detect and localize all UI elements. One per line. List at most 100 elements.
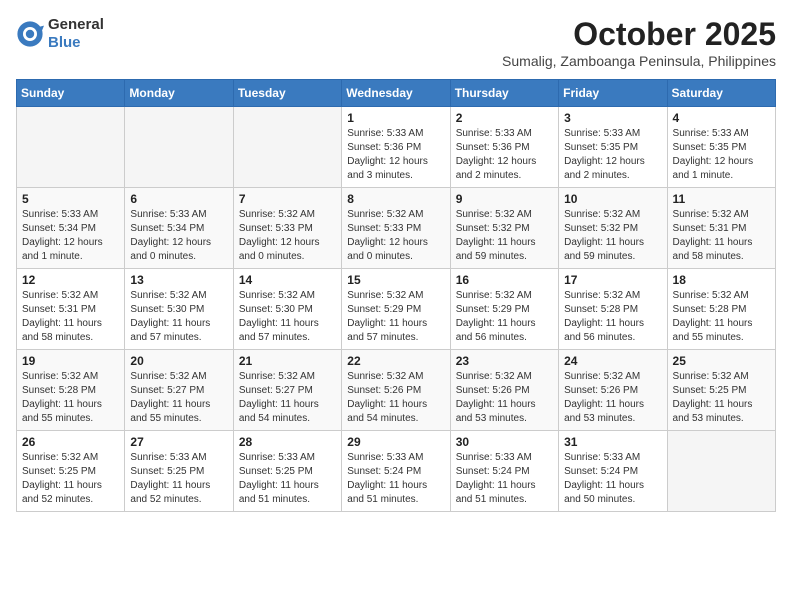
day-cell: [17, 107, 125, 188]
day-cell: 18 Sunrise: 5:32 AM Sunset: 5:28 PM Dayli…: [667, 269, 775, 350]
day-cell: 21 Sunrise: 5:32 AM Sunset: 5:27 PM Dayli…: [233, 350, 341, 431]
day-number: 10: [564, 192, 661, 206]
day-number: 3: [564, 111, 661, 125]
day-cell: 8 Sunrise: 5:32 AM Sunset: 5:33 PM Daylig…: [342, 188, 450, 269]
day-info: Sunrise: 5:32 AM Sunset: 5:27 PM Dayligh…: [239, 370, 336, 426]
day-number: 15: [347, 273, 444, 287]
day-number: 20: [130, 354, 227, 368]
day-cell: 17Sunrise: 5:32 AM Sunset: 5:28 PM Dayli…: [559, 269, 667, 350]
calendar-table: SundayMondayTuesdayWednesdayThursdayFrid…: [16, 79, 776, 512]
logo-text: General Blue: [48, 16, 104, 52]
day-info: Sunrise: 5:32 AM Sunset: 5:29 PM Dayligh…: [456, 289, 553, 345]
day-info: Sunrise: 5:32 AM Sunset: 5:33 PM Dayligh…: [347, 208, 444, 264]
day-info: Sunrise: 5:32 AM Sunset: 5:25 PM Dayligh…: [673, 370, 770, 426]
location-subtitle: Sumalig, Zamboanga Peninsula, Philippine…: [502, 53, 776, 69]
day-info: Sunrise: 5:33 AM Sunset: 5:35 PM Dayligh…: [673, 127, 770, 183]
day-number: 21: [239, 354, 336, 368]
day-number: 25: [673, 354, 770, 368]
day-info: Sunrise: 5:32 AM Sunset: 5:27 PM Dayligh…: [130, 370, 227, 426]
day-cell: 2 Sunrise: 5:33 AM Sunset: 5:36 PM Daylig…: [450, 107, 558, 188]
day-number: 31: [564, 435, 661, 449]
week-row-2: 5Sunrise: 5:33 AM Sunset: 5:34 PM Daylig…: [17, 188, 776, 269]
logo-blue: Blue: [48, 34, 81, 51]
day-cell: [233, 107, 341, 188]
day-number: 2: [456, 111, 553, 125]
day-cell: 14 Sunrise: 5:32 AM Sunset: 5:30 PM Dayli…: [233, 269, 341, 350]
day-info: Sunrise: 5:32 AM Sunset: 5:32 PM Dayligh…: [564, 208, 661, 264]
title-area: October 2025 Sumalig, Zamboanga Peninsul…: [502, 16, 776, 69]
header: General Blue October 2025 Sumalig, Zambo…: [16, 16, 776, 69]
day-cell: 22 Sunrise: 5:32 AM Sunset: 5:26 PM Dayli…: [342, 350, 450, 431]
day-info: Sunrise: 5:32 AM Sunset: 5:30 PM Dayligh…: [239, 289, 336, 345]
week-row-4: 19 Sunrise: 5:32 AM Sunset: 5:28 PM Dayli…: [17, 350, 776, 431]
day-cell: 5Sunrise: 5:33 AM Sunset: 5:34 PM Daylig…: [17, 188, 125, 269]
day-cell: 7 Sunrise: 5:32 AM Sunset: 5:33 PM Daylig…: [233, 188, 341, 269]
day-info: Sunrise: 5:33 AM Sunset: 5:35 PM Dayligh…: [564, 127, 661, 183]
day-cell: 28 Sunrise: 5:33 AM Sunset: 5:25 PM Dayli…: [233, 431, 341, 512]
day-cell: 24Sunrise: 5:32 AM Sunset: 5:26 PM Dayli…: [559, 350, 667, 431]
day-info: Sunrise: 5:32 AM Sunset: 5:31 PM Dayligh…: [22, 289, 119, 345]
day-number: 13: [130, 273, 227, 287]
day-cell: 25 Sunrise: 5:32 AM Sunset: 5:25 PM Dayli…: [667, 350, 775, 431]
day-number: 27: [130, 435, 227, 449]
day-cell: 15 Sunrise: 5:32 AM Sunset: 5:29 PM Dayli…: [342, 269, 450, 350]
weekday-header-thursday: Thursday: [450, 80, 558, 107]
weekday-header-monday: Monday: [125, 80, 233, 107]
day-info: Sunrise: 5:32 AM Sunset: 5:29 PM Dayligh…: [347, 289, 444, 345]
day-number: 7: [239, 192, 336, 206]
day-info: Sunrise: 5:33 AM Sunset: 5:25 PM Dayligh…: [130, 451, 227, 507]
day-cell: 10 Sunrise: 5:32 AM Sunset: 5:32 PM Dayli…: [559, 188, 667, 269]
day-number: 1: [347, 111, 444, 125]
weekday-header-wednesday: Wednesday: [342, 80, 450, 107]
day-info: Sunrise: 5:33 AM Sunset: 5:36 PM Dayligh…: [347, 127, 444, 183]
day-info: Sunrise: 5:33 AM Sunset: 5:36 PM Dayligh…: [456, 127, 553, 183]
day-number: 4: [673, 111, 770, 125]
week-row-3: 12Sunrise: 5:32 AM Sunset: 5:31 PM Dayli…: [17, 269, 776, 350]
day-cell: 19 Sunrise: 5:32 AM Sunset: 5:28 PM Dayli…: [17, 350, 125, 431]
day-cell: 23 Sunrise: 5:32 AM Sunset: 5:26 PM Dayli…: [450, 350, 558, 431]
day-number: 8: [347, 192, 444, 206]
day-cell: 13Sunrise: 5:32 AM Sunset: 5:30 PM Dayli…: [125, 269, 233, 350]
day-cell: 20 Sunrise: 5:32 AM Sunset: 5:27 PM Dayli…: [125, 350, 233, 431]
day-cell: 30Sunrise: 5:33 AM Sunset: 5:24 PM Dayli…: [450, 431, 558, 512]
day-number: 19: [22, 354, 119, 368]
month-title: October 2025: [502, 16, 776, 53]
day-cell: 1 Sunrise: 5:33 AM Sunset: 5:36 PM Daylig…: [342, 107, 450, 188]
day-info: Sunrise: 5:33 AM Sunset: 5:24 PM Dayligh…: [564, 451, 661, 507]
day-info: Sunrise: 5:32 AM Sunset: 5:28 PM Dayligh…: [22, 370, 119, 426]
day-number: 17: [564, 273, 661, 287]
day-info: Sunrise: 5:33 AM Sunset: 5:24 PM Dayligh…: [347, 451, 444, 507]
day-cell: 31 Sunrise: 5:33 AM Sunset: 5:24 PM Dayli…: [559, 431, 667, 512]
day-cell: 27 Sunrise: 5:33 AM Sunset: 5:25 PM Dayli…: [125, 431, 233, 512]
day-info: Sunrise: 5:32 AM Sunset: 5:31 PM Dayligh…: [673, 208, 770, 264]
day-info: Sunrise: 5:32 AM Sunset: 5:32 PM Dayligh…: [456, 208, 553, 264]
day-number: 18: [673, 273, 770, 287]
weekday-header-sunday: Sunday: [17, 80, 125, 107]
day-info: Sunrise: 5:33 AM Sunset: 5:34 PM Dayligh…: [130, 208, 227, 264]
day-info: Sunrise: 5:32 AM Sunset: 5:28 PM Dayligh…: [673, 289, 770, 345]
day-number: 26: [22, 435, 119, 449]
day-number: 11: [673, 192, 770, 206]
logo: General Blue: [16, 16, 104, 52]
logo-general: General: [48, 16, 104, 33]
day-info: Sunrise: 5:32 AM Sunset: 5:33 PM Dayligh…: [239, 208, 336, 264]
day-info: Sunrise: 5:32 AM Sunset: 5:26 PM Dayligh…: [456, 370, 553, 426]
day-number: 23: [456, 354, 553, 368]
weekday-header-tuesday: Tuesday: [233, 80, 341, 107]
day-cell: [125, 107, 233, 188]
weekday-header-friday: Friday: [559, 80, 667, 107]
day-number: 28: [239, 435, 336, 449]
day-number: 6: [130, 192, 227, 206]
day-info: Sunrise: 5:33 AM Sunset: 5:25 PM Dayligh…: [239, 451, 336, 507]
day-number: 29: [347, 435, 444, 449]
week-row-1: 1 Sunrise: 5:33 AM Sunset: 5:36 PM Daylig…: [17, 107, 776, 188]
day-cell: 29 Sunrise: 5:33 AM Sunset: 5:24 PM Dayli…: [342, 431, 450, 512]
day-number: 22: [347, 354, 444, 368]
day-number: 14: [239, 273, 336, 287]
day-cell: 6 Sunrise: 5:33 AM Sunset: 5:34 PM Daylig…: [125, 188, 233, 269]
day-cell: 26Sunrise: 5:32 AM Sunset: 5:25 PM Dayli…: [17, 431, 125, 512]
day-info: Sunrise: 5:32 AM Sunset: 5:26 PM Dayligh…: [347, 370, 444, 426]
day-info: Sunrise: 5:33 AM Sunset: 5:34 PM Dayligh…: [22, 208, 119, 264]
day-cell: 9Sunrise: 5:32 AM Sunset: 5:32 PM Daylig…: [450, 188, 558, 269]
day-number: 16: [456, 273, 553, 287]
